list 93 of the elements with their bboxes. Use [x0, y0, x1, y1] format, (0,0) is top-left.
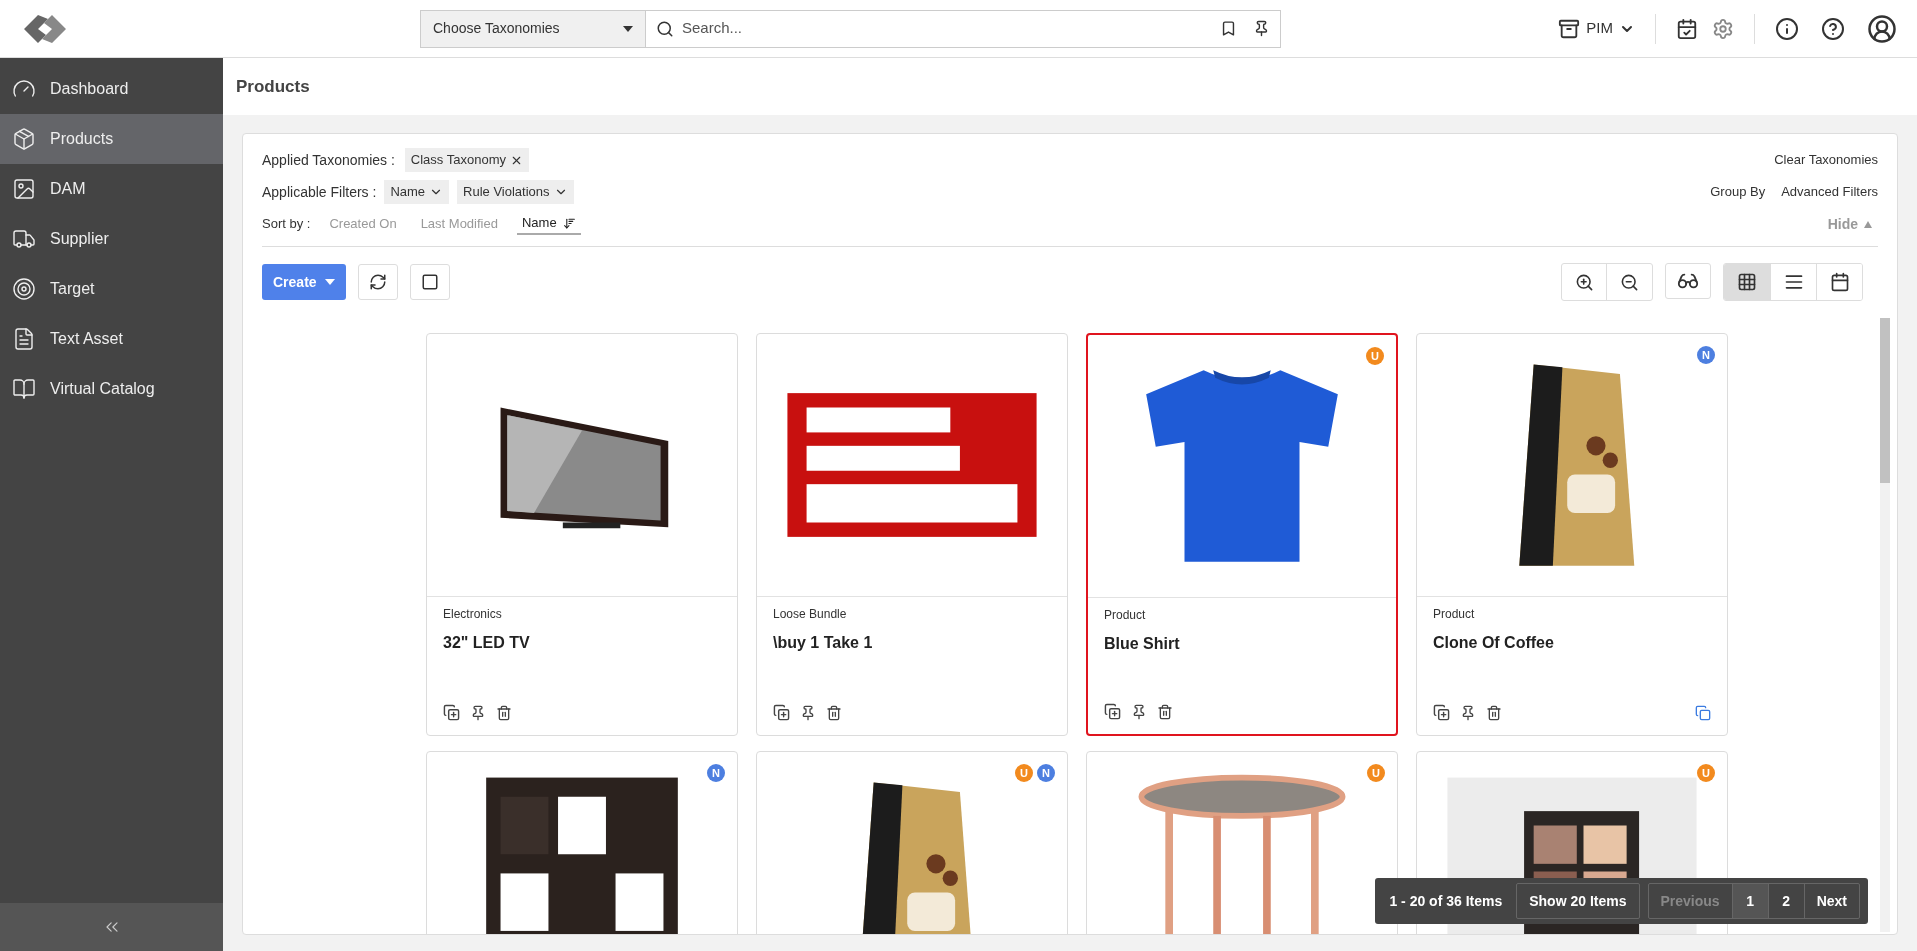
search-field[interactable]: Search... [646, 9, 1281, 48]
sidebar-item[interactable]: Dashboard [0, 64, 223, 114]
refresh-icon [368, 273, 387, 291]
advanced-filters-link[interactable]: Advanced Filters [1781, 182, 1878, 202]
search-icon [656, 19, 674, 38]
calendar-view-icon [1829, 272, 1850, 292]
pin-icon[interactable] [470, 704, 486, 721]
duplicate-icon[interactable] [443, 704, 460, 721]
product-card[interactable]: Electronics 32" LED TV [426, 333, 738, 736]
duplicate-icon[interactable] [1104, 703, 1121, 720]
product-name[interactable]: 32" LED TV [443, 631, 721, 655]
product-type: Electronics [443, 606, 503, 623]
sort-icon [562, 216, 576, 230]
group-by-link[interactable]: Group By [1710, 182, 1766, 202]
sidebar-item[interactable]: DAM [0, 164, 223, 214]
product-type: Loose Bundle [773, 606, 848, 623]
sidebar-item[interactable]: Target [0, 264, 223, 314]
product-type: Product [1433, 606, 1476, 623]
product-card[interactable]: N [426, 751, 738, 934]
delete-icon[interactable] [826, 704, 842, 721]
caret-icon [623, 25, 633, 32]
sidebar-item[interactable]: Virtual Catalog [0, 364, 223, 414]
status-badge: U [1697, 764, 1715, 782]
status-badge: U [1367, 764, 1385, 782]
info-icon[interactable] [1775, 16, 1799, 41]
delete-icon[interactable] [496, 704, 512, 721]
filter-label: Applicable Filters : [262, 182, 377, 202]
taxonomy-select[interactable]: Choose Taxonomies [420, 9, 646, 48]
status-badge: U [1366, 347, 1384, 365]
square-icon [420, 273, 439, 291]
menu-icon [12, 377, 36, 401]
search-input[interactable]: Search... [682, 17, 1212, 40]
preview-button[interactable] [1665, 263, 1711, 299]
collapse-arrow-icon [1864, 220, 1872, 228]
delete-icon[interactable] [1486, 704, 1502, 721]
product-card[interactable]: N Product Clone Of Coffee [1416, 333, 1728, 736]
status-badge: U [1015, 764, 1033, 782]
list-view-icon [1783, 272, 1804, 292]
page-title: Products [236, 75, 310, 98]
filter-dropdown[interactable]: Name [384, 180, 450, 204]
create-button[interactable]: Create [262, 264, 346, 300]
menu-icon [12, 327, 36, 351]
taxonomy-chip[interactable]: Class Taxonomy [404, 148, 529, 172]
copy-icon[interactable] [1695, 704, 1711, 721]
next-button[interactable]: Next [1803, 884, 1859, 918]
calendar-icon[interactable] [1676, 17, 1698, 40]
zoom-out-icon [1620, 272, 1639, 292]
pin-icon[interactable] [1460, 704, 1476, 721]
product-name[interactable]: Blue Shirt [1104, 632, 1380, 656]
refresh-button[interactable] [357, 264, 398, 300]
help-icon[interactable] [1821, 16, 1845, 41]
sort-label: Sort by : [262, 215, 311, 234]
pin-icon[interactable] [1131, 703, 1147, 720]
caret-icon [324, 279, 335, 285]
delete-icon[interactable] [1157, 703, 1173, 720]
product-type: Product [1104, 607, 1147, 624]
menu-icon [12, 177, 36, 201]
product-name[interactable]: Clone Of Coffee [1433, 631, 1711, 655]
filter-label: Applied Taxonomies : [262, 150, 395, 170]
status-badge: N [1037, 764, 1055, 782]
clear-taxonomies-link[interactable]: Clear Taxonomies [1774, 148, 1878, 172]
archive-icon [1558, 17, 1581, 40]
status-badge: N [1697, 346, 1715, 364]
menu-icon [12, 227, 36, 251]
menu-icon [12, 127, 36, 151]
grid-view-icon [1737, 272, 1757, 292]
scrollbar[interactable] [1880, 318, 1890, 932]
filter-dropdown[interactable]: Rule Violations [457, 180, 574, 204]
zoom-in-icon [1574, 272, 1594, 292]
sidebar-item[interactable]: Text Asset [0, 314, 223, 364]
sidebar-item[interactable]: Supplier [0, 214, 223, 264]
page-button[interactable]: 1 [1731, 884, 1768, 918]
duplicate-icon[interactable] [1433, 704, 1450, 721]
view-toggle[interactable] [1816, 264, 1862, 300]
duplicate-icon[interactable] [773, 704, 790, 721]
product-card[interactable]: U Product Blue Shirt [1086, 333, 1398, 736]
product-card[interactable]: U N [756, 751, 1068, 934]
settings-icon[interactable] [1712, 17, 1734, 40]
pin-icon[interactable] [1253, 20, 1270, 37]
sidebar-item[interactable]: Products [0, 114, 223, 164]
status-badge: N [707, 764, 725, 782]
bookmark-icon[interactable] [1220, 20, 1237, 37]
pin-icon[interactable] [800, 704, 816, 721]
sort-option[interactable]: Name [516, 213, 581, 235]
product-card[interactable]: Loose Bundle \buy 1 Take 1 [756, 333, 1068, 736]
product-name[interactable]: \buy 1 Take 1 [773, 631, 1051, 655]
selection-mode-button[interactable] [409, 264, 450, 300]
user-avatar-icon[interactable] [1867, 13, 1897, 44]
page-button[interactable]: 2 [1767, 884, 1804, 918]
module-select[interactable]: PIM [1558, 17, 1635, 40]
menu-icon [12, 277, 36, 301]
view-toggle[interactable] [1724, 264, 1770, 300]
page-size-button[interactable]: Show 20 Items [1516, 883, 1640, 919]
